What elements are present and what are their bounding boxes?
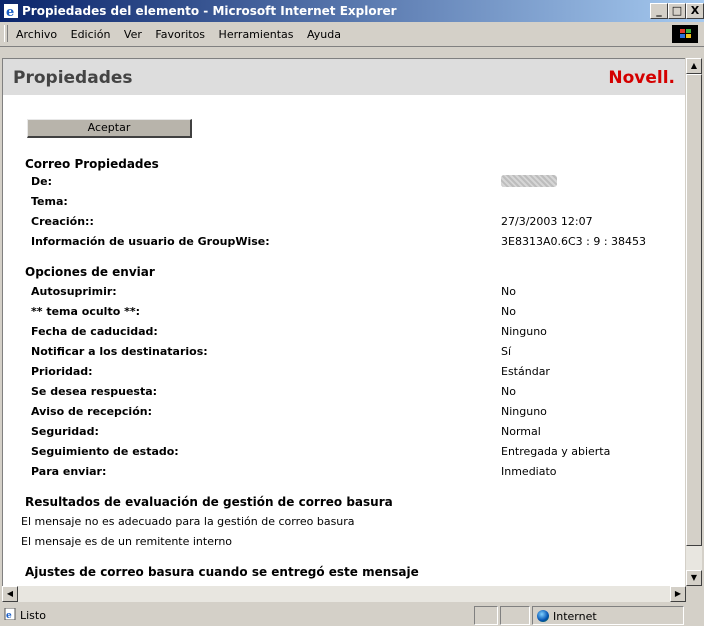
menu-ver[interactable]: Ver [124,28,142,41]
security-zone: Internet [532,606,684,625]
row-value: 27/3/2003 12:07 [501,215,593,228]
row-label: Aviso de recepción: [31,405,152,418]
page-header: Propiedades Novell. [3,59,685,95]
content-frame: Propiedades Novell. Aceptar Correo Propi… [2,58,685,587]
vertical-scrollbar[interactable]: ▲ ▼ [686,58,702,586]
globe-icon [537,610,549,622]
svg-text:e: e [6,5,14,19]
row-label: De: [31,175,52,188]
ie-icon: e [4,4,18,19]
status-bar: e Listo Internet [0,604,704,626]
row-label: Se desea respuesta: [31,385,158,398]
page-icon: e [4,608,16,620]
opciones-row: Se desea respuesta: No [3,385,685,403]
row-value: Normal [501,425,541,438]
redacted-value [501,175,557,187]
basura-heading: Resultados de evaluación de gestión de c… [25,495,393,509]
page-title: Propiedades [13,68,133,88]
menu-ayuda[interactable]: Ayuda [307,28,341,41]
row-value: Estándar [501,365,550,378]
menu-archivo[interactable]: Archivo [16,28,57,41]
accept-button[interactable]: Aceptar [27,119,192,138]
row-label: Seguridad: [31,425,99,438]
scroll-right-icon[interactable]: ▶ [670,586,686,602]
menu-bar: Archivo Edición Ver Favoritos Herramient… [0,22,704,47]
correo-row: Tema: [3,195,685,213]
scroll-up-icon[interactable]: ▲ [686,58,702,74]
zone-label: Internet [553,610,597,623]
row-label: ** tema oculto **: [31,305,140,318]
ajustes-heading: Ajustes de correo basura cuando se entre… [25,565,419,579]
opciones-row: Prioridad: Estándar [3,365,685,383]
opciones-row: ** tema oculto **: No [3,305,685,323]
ie-window: e Propiedades del elemento - Microsoft I… [0,0,704,626]
row-label: Prioridad: [31,365,93,378]
row-value: Ninguno [501,325,547,338]
correo-row: Creación:: 27/3/2003 12:07 [3,215,685,233]
row-value-redacted [501,175,557,190]
row-label: Notificar a los destinatarios: [31,345,208,358]
horizontal-scrollbar[interactable]: ◀ ▶ [2,586,686,602]
row-label: Seguimiento de estado: [31,445,179,458]
novell-logo: Novell. [608,68,675,88]
scroll-down-icon[interactable]: ▼ [686,570,702,586]
scroll-left-icon[interactable]: ◀ [2,586,18,602]
row-value: No [501,385,516,398]
row-value: No [501,305,516,318]
row-label: Tema: [31,195,68,208]
row-label: Información de usuario de GroupWise: [31,235,270,248]
windows-logo-icon [672,25,698,43]
menu-grip[interactable] [4,25,8,42]
row-label: Creación:: [31,215,94,228]
row-label: Fecha de caducidad: [31,325,158,338]
minimize-button[interactable]: _ [650,3,668,19]
status-text: Listo [20,609,46,622]
opciones-row: Aviso de recepción: Ninguno [3,405,685,423]
correo-row: Información de usuario de GroupWise: 3E8… [3,235,685,253]
maximize-button[interactable]: □ [668,3,686,19]
title-bar[interactable]: e Propiedades del elemento - Microsoft I… [0,0,704,22]
row-label: Para enviar: [31,465,107,478]
opciones-row: Seguridad: Normal [3,425,685,443]
opciones-heading: Opciones de enviar [25,265,155,279]
scroll-thumb[interactable] [686,74,702,546]
menu-herramientas[interactable]: Herramientas [219,28,294,41]
correo-heading: Correo Propiedades [25,157,159,171]
basura-line: El mensaje no es adecuado para la gestió… [21,515,355,528]
row-value: 3E8313A0.6C3 : 9 : 38453 [501,235,647,248]
status-pane [500,606,530,625]
row-value: Ninguno [501,405,547,418]
menu-edicion[interactable]: Edición [71,28,111,41]
row-value: Sí [501,345,512,358]
basura-line: El mensaje es de un remitente interno [21,535,233,548]
window-title: Propiedades del elemento - Microsoft Int… [22,4,397,18]
correo-row: De: [3,175,685,193]
row-value: No [501,285,516,298]
menu-items: Archivo Edición Ver Favoritos Herramient… [16,28,351,41]
row-value: Entregada y abierta [501,445,611,458]
opciones-row: Notificar a los destinatarios: Sí [3,345,685,363]
row-label: Autosuprimir: [31,285,117,298]
opciones-row: Para enviar: Inmediato [3,465,685,483]
menu-favoritos[interactable]: Favoritos [155,28,205,41]
close-button[interactable]: X [686,3,704,19]
status-pane [474,606,498,625]
opciones-row: Autosuprimir: No [3,285,685,303]
opciones-row: Fecha de caducidad: Ninguno [3,325,685,343]
opciones-row: Seguimiento de estado: Entregada y abier… [3,445,685,463]
svg-text:e: e [6,611,12,620]
row-value: Inmediato [501,465,557,478]
